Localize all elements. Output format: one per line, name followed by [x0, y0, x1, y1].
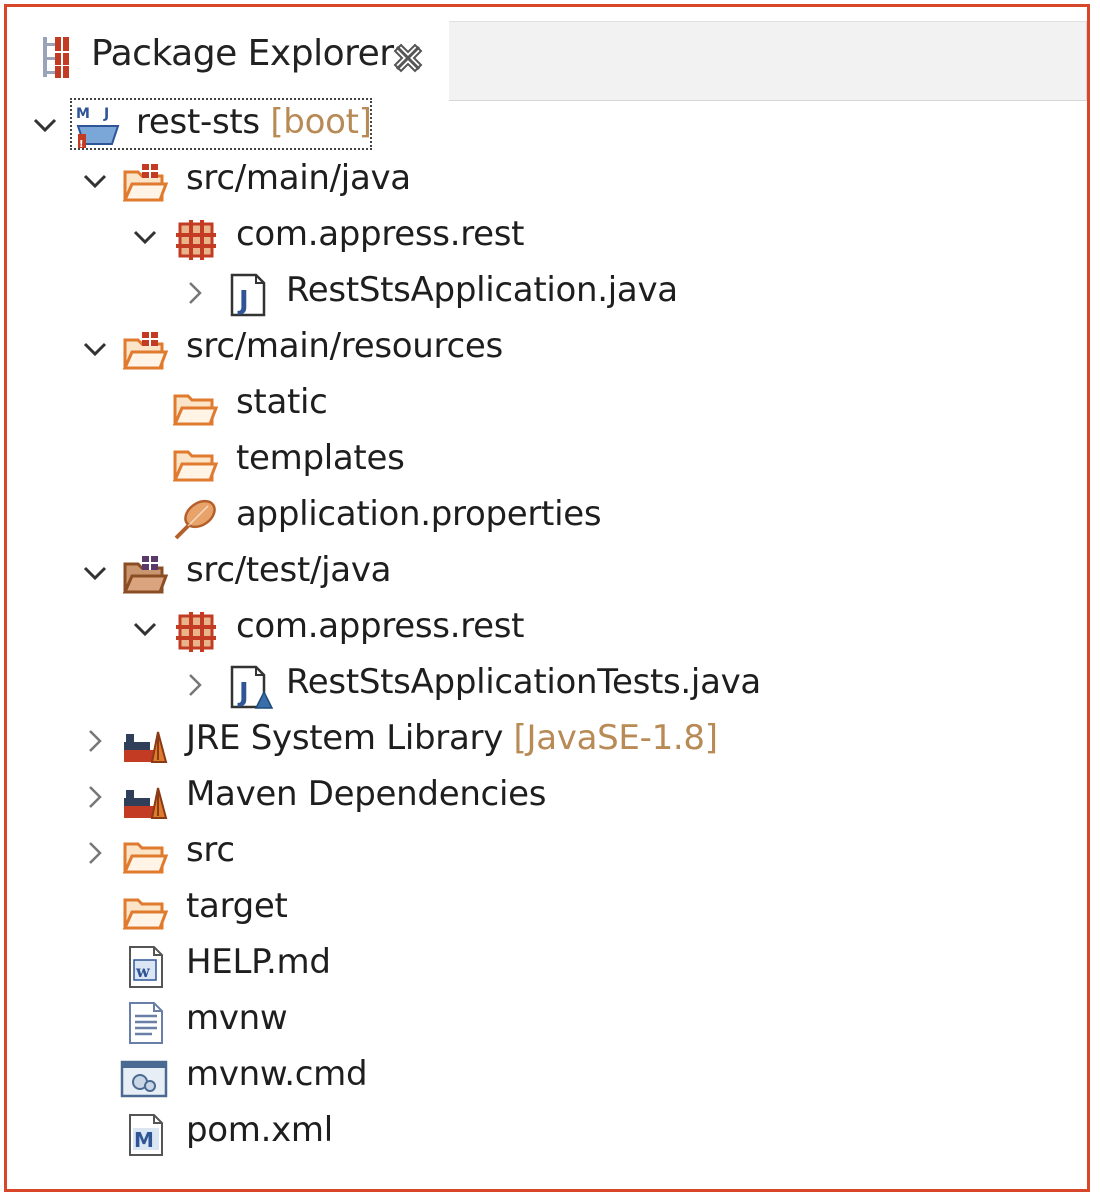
chevron-down-icon[interactable]	[30, 110, 60, 140]
chevron-right-icon[interactable]	[180, 670, 210, 700]
properties-file-icon	[172, 496, 218, 542]
package-explorer-icon	[39, 35, 73, 79]
folder-icon	[172, 440, 219, 486]
tree-item-maven-dependencies[interactable]: Maven Dependencies	[0, 770, 1080, 826]
java-test-file-icon: J	[226, 664, 274, 710]
tree-item-label: mvnw	[186, 998, 288, 1038]
tree-item-label: application.properties	[236, 494, 602, 534]
text-file-icon	[124, 1000, 170, 1046]
tab-title: Package Explorer	[91, 33, 394, 74]
tree-item-label: HELP.md	[186, 942, 331, 982]
tree-item-mvnw-cmd[interactable]: mvnw.cmd	[0, 1050, 1080, 1106]
source-folder-icon	[122, 160, 169, 206]
svg-text:!: !	[79, 139, 84, 150]
test-source-folder-icon	[122, 552, 169, 598]
package-icon	[174, 216, 220, 262]
package-icon	[174, 608, 220, 654]
folder-icon	[172, 384, 219, 430]
tree-item-label: RestStsApplicationTests.java	[286, 662, 761, 702]
chevron-right-icon[interactable]	[180, 278, 210, 308]
svg-text:M: M	[134, 1128, 154, 1152]
tree-item-label: mvnw.cmd	[186, 1054, 368, 1094]
library-icon	[122, 776, 168, 822]
project-decoration: [boot]	[270, 102, 372, 142]
tree-item-label: src	[186, 830, 235, 870]
tree-item-jre-library[interactable]: JRE System Library [JavaSE-1.8]	[0, 714, 1080, 770]
tree-item-label: static	[236, 382, 328, 422]
tree-item-label: pom.xml	[186, 1110, 333, 1150]
tree-item-help-md[interactable]: w HELP.md	[0, 938, 1080, 994]
chevron-right-icon[interactable]	[80, 782, 110, 812]
tree-item-label: com.appress.rest	[236, 214, 525, 254]
tree-item-src-main-java[interactable]: src/main/java	[0, 154, 1080, 210]
folder-icon	[122, 888, 169, 934]
chevron-down-icon[interactable]	[130, 222, 160, 252]
tab-package-explorer[interactable]: Package Explorer	[29, 21, 450, 97]
close-icon[interactable]	[391, 41, 425, 75]
word-document-icon: w	[124, 944, 170, 990]
folder-icon	[122, 832, 169, 878]
tab-bar-empty-area	[449, 21, 1087, 101]
svg-text:M: M	[76, 106, 90, 122]
svg-text:J: J	[237, 678, 249, 708]
chevron-down-icon[interactable]	[130, 614, 160, 644]
tree-item-templates[interactable]: templates	[0, 434, 1080, 490]
tree-item-src-main-resources[interactable]: src/main/resources	[0, 322, 1080, 378]
tree-item-label: com.appress.rest	[236, 606, 525, 646]
tree-item-label: src/main/resources	[186, 326, 503, 366]
chevron-right-icon[interactable]	[80, 726, 110, 756]
tree-item-label: templates	[236, 438, 405, 478]
tree-item-label: JRE System Library [JavaSE-1.8]	[186, 718, 718, 758]
tree-item-mvnw[interactable]: mvnw	[0, 994, 1080, 1050]
tree-item-application-properties[interactable]: application.properties	[0, 490, 1080, 546]
spring-boot-project-icon: M J !	[74, 104, 120, 150]
tree-item-pom-xml[interactable]: M pom.xml	[0, 1106, 1080, 1162]
tree-item-label: Maven Dependencies	[186, 774, 547, 814]
chevron-down-icon[interactable]	[80, 166, 110, 196]
chevron-down-icon[interactable]	[80, 558, 110, 588]
tree-item-target[interactable]: target	[0, 882, 1080, 938]
chevron-right-icon[interactable]	[80, 838, 110, 868]
library-icon	[122, 720, 168, 766]
tree-item-app-java[interactable]: J RestStsApplication.java	[0, 266, 1080, 322]
tree-item-label: src/main/java	[186, 158, 411, 198]
tree-item-tests-java[interactable]: J RestStsApplicationTests.java	[0, 658, 1080, 714]
tree-item-project[interactable]: M J ! rest-sts [boot]	[0, 98, 1080, 154]
svg-text:w: w	[135, 962, 151, 981]
source-folder-icon	[122, 328, 169, 374]
chevron-down-icon[interactable]	[80, 334, 110, 364]
tree-item-src-test-java[interactable]: src/test/java	[0, 546, 1080, 602]
svg-text:J: J	[103, 106, 109, 122]
view-tab-bar: Package Explorer	[7, 7, 1087, 101]
maven-pom-icon: M	[124, 1112, 170, 1158]
executable-file-icon	[120, 1056, 168, 1102]
svg-text:J: J	[237, 286, 249, 316]
jre-decoration: [JavaSE-1.8]	[513, 718, 718, 758]
tree-item-label: target	[186, 886, 288, 926]
tree-item-static[interactable]: static	[0, 378, 1080, 434]
tree-item-label: RestStsApplication.java	[286, 270, 678, 310]
tree-item-label: rest-sts [boot]	[136, 102, 372, 142]
tree-item-package-test[interactable]: com.appress.rest	[0, 602, 1080, 658]
java-file-icon: J	[226, 272, 272, 318]
tree-item-label: src/test/java	[186, 550, 392, 590]
tree-item-src[interactable]: src	[0, 826, 1080, 882]
tree-item-package-main[interactable]: com.appress.rest	[0, 210, 1080, 266]
